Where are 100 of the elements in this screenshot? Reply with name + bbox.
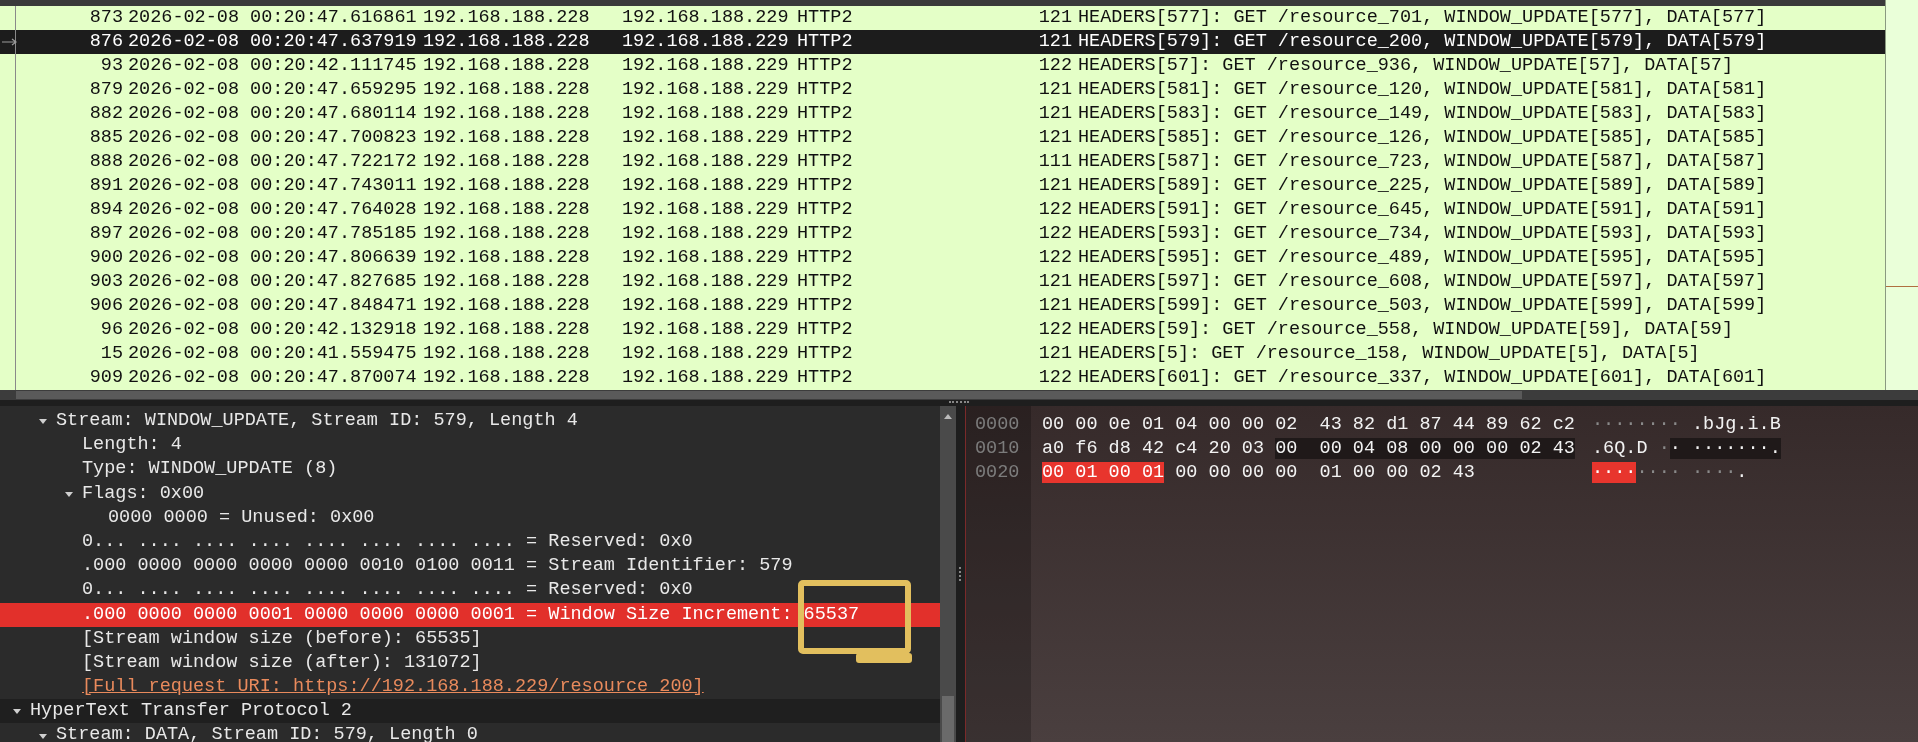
tree-item[interactable]: 0000 0000 = Unused: 0x00 (0, 505, 940, 530)
table-cell-text: 192.168.188.229 (622, 54, 790, 78)
packet-row[interactable]: 900 2026-02-08 00:20:47.806639 192.168.188.228 192.168.188.229 HTTP2 122 HEADERS[595]: GET /resource_489, WINDOW_UPDATE[595], DATA[595] (0, 246, 1885, 270)
table-cell-text: 885 (88, 126, 123, 150)
packet-row[interactable]: 879 2026-02-08 00:20:47.659295 192.168.188.228 192.168.188.229 HTTP2 121 HEADERS[581]: GET /resource_120, WINDOW_UPDATE[581], DATA[581] (0, 78, 1885, 102)
horizontal-scrollbar[interactable] (0, 390, 1918, 400)
table-cell-text: 121 (1037, 270, 1072, 294)
packet-row[interactable]: 891 2026-02-08 00:20:47.743011 192.168.188.228 192.168.188.229 HTTP2 121 HEADERS[589]: GET /resource_225, WINDOW_UPDATE[589], DATA[589] (0, 174, 1885, 198)
packet-row[interactable]: 897 2026-02-08 00:20:47.785185 192.168.188.228 192.168.188.229 HTTP2 122 HEADERS[593]: GET /resource_734, WINDOW_UPDATE[593], DATA[593] (0, 222, 1885, 246)
hex-bytes[interactable]: a0 f6 d8 42 c4 20 03 (1042, 438, 1276, 459)
hex-bytes[interactable]: 00 00 00 00 01 00 00 02 43 (1164, 462, 1475, 483)
table-cell-text: 903 (88, 270, 123, 294)
table-cell-text: HEADERS[5]: GET /resource_158, WINDOW_UPDATE[5], DATA[5] (1077, 342, 1700, 366)
table-cell-text: HEADERS[587]: GET /resource_723, WINDOW_UPDATE[587], DATA[587] (1077, 150, 1767, 174)
table-cell-text: HEADERS[595]: GET /resource_489, WINDOW_UPDATE[595], DATA[595] (1077, 246, 1767, 270)
table-cell-text: 192.168.188.229 (622, 150, 790, 174)
table-cell-text: HEADERS[581]: GET /resource_120, WINDOW_UPDATE[581], DATA[581] (1077, 78, 1767, 102)
vertical-scrollbar[interactable] (940, 406, 956, 742)
table-cell-text: HTTP2 (797, 126, 854, 150)
tree-item[interactable]: .000 0000 0000 0001 0000 0000 0000 0001 = Window Size Increment: 65537 (0, 602, 940, 627)
ascii-bytes[interactable]: ···· (1592, 462, 1637, 483)
packet-row[interactable]: 888 2026-02-08 00:20:47.722172 192.168.188.228 192.168.188.229 HTTP2 111 HEADERS[587]: GET /resource_723, WINDOW_UPDATE[587], DATA[587] (0, 150, 1885, 174)
table-cell-text: 121 (1037, 342, 1072, 366)
scroll-up-icon[interactable] (943, 412, 953, 420)
packet-row[interactable]: 15 2026-02-08 00:20:41.559475 192.168.188.228 192.168.188.229 HTTP2 121 HEADERS[5]: GET /resource_158, WINDOW_UPDATE[5], DATA[5] (0, 342, 1885, 366)
table-cell-text: HTTP2 (797, 78, 854, 102)
tree-item[interactable]: Length: 4 (0, 433, 940, 458)
tree-item[interactable]: .000 0000 0000 0000 0000 0010 0100 0011 = Stream Identifier: 579 (0, 554, 940, 579)
ascii-bytes[interactable]: ···· ···· (1636, 462, 1737, 483)
tree-item[interactable]: 0... .... .... .... .... .... .... .... = Reserved: 0x0 (0, 578, 940, 603)
table-cell-text: 879 (88, 78, 123, 102)
table-cell-text: 2026-02-08 00:20:47.659295 (127, 78, 418, 102)
table-cell-text: 192.168.188.228 (423, 270, 591, 294)
table-cell-text: 906 (88, 294, 123, 318)
table-cell-text: 192.168.188.228 (423, 174, 591, 198)
hex-bytes[interactable]: 00 00 04 08 00 00 00 02 43 (1275, 438, 1575, 459)
table-cell-text: HTTP2 (797, 366, 854, 390)
table-cell-text: 891 (88, 174, 123, 198)
tree-item[interactable]: HyperText Transfer Protocol 2 (0, 699, 940, 724)
ascii-bytes[interactable]: .6Q.D (1592, 438, 1659, 459)
packet-minimap[interactable] (1885, 0, 1918, 390)
ascii-bytes[interactable]: ········ (1592, 414, 1681, 435)
hex-bytes[interactable]: 00 00 0e 01 04 00 00 02 43 82 d1 87 44 89 62 c2 (1042, 414, 1575, 435)
ascii-bytes[interactable]: .bJg.i.B (1680, 414, 1781, 435)
table-cell-text: HEADERS[585]: GET /resource_126, WINDOW_UPDATE[585], DATA[585] (1077, 126, 1767, 150)
packet-row[interactable]: 876 2026-02-08 00:20:47.637919 192.168.188.228 192.168.188.229 HTTP2 121 HEADERS[579]: GET /resource_200, WINDOW_UPDATE[579], DATA[579] (0, 30, 1885, 54)
table-cell-text: 121 (1037, 78, 1072, 102)
table-cell-text: 192.168.188.228 (423, 6, 591, 30)
table-cell-text: 894 (88, 198, 123, 222)
table-cell-text: HTTP2 (797, 270, 854, 294)
table-cell-text: 121 (1037, 6, 1072, 30)
packet-row[interactable]: 93 2026-02-08 00:20:42.111745 192.168.188.228 192.168.188.229 HTTP2 122 HEADERS[57]: GET /resource_936, WINDOW_UPDATE[57], DATA[57] (0, 54, 1885, 78)
table-cell-text: 192.168.188.228 (423, 318, 591, 342)
tree-item[interactable]: Type: WINDOW_UPDATE (8) (0, 457, 940, 482)
packet-row[interactable]: 894 2026-02-08 00:20:47.764028 192.168.188.228 192.168.188.229 HTTP2 122 HEADERS[591]: GET /resource_645, WINDOW_UPDATE[591], DATA[591] (0, 198, 1885, 222)
table-cell-text: 192.168.188.228 (423, 342, 591, 366)
table-cell-text: 122 (1037, 246, 1072, 270)
table-cell-text: 192.168.188.228 (423, 150, 591, 174)
tree-item[interactable]: [Stream window size (after): 131072] (0, 650, 940, 676)
ascii-bytes[interactable]: · (1658, 438, 1670, 459)
tree-item[interactable]: Stream: WINDOW_UPDATE, Stream ID: 579, Length 4 (0, 409, 940, 434)
ascii-bytes[interactable]: . (1736, 462, 1748, 483)
table-cell-text: HTTP2 (797, 294, 854, 318)
table-cell-text: 93 (99, 54, 123, 78)
table-cell-text: 192.168.188.229 (622, 30, 790, 54)
table-cell-text: 900 (88, 246, 123, 270)
table-cell-text: HEADERS[583]: GET /resource_149, WINDOW_UPDATE[583], DATA[583] (1077, 102, 1767, 126)
table-cell-text: 192.168.188.229 (622, 174, 790, 198)
table-cell-text: HEADERS[593]: GET /resource_734, WINDOW_UPDATE[593], DATA[593] (1077, 222, 1767, 246)
table-cell-text: HTTP2 (797, 102, 854, 126)
packet-row[interactable]: 885 2026-02-08 00:20:47.700823 192.168.188.228 192.168.188.229 HTTP2 121 HEADERS[585]: GET /resource_126, WINDOW_UPDATE[585], DATA[585] (0, 126, 1885, 150)
ascii-bytes[interactable]: · ·······. (1669, 438, 1781, 459)
table-cell-text: 192.168.188.228 (423, 198, 591, 222)
table-cell-text: 2026-02-08 00:20:47.722172 (127, 150, 418, 174)
table-cell-text: 122 (1037, 54, 1072, 78)
tree-item[interactable]: 0... .... .... .... .... .... .... .... = Reserved: 0x0 (0, 529, 940, 555)
tree-item[interactable]: [Full request URI: https://192.168.188.229/resource_200] (0, 675, 940, 700)
table-cell-text: 121 (1037, 294, 1072, 318)
hex-bytes[interactable]: 00 01 00 01 (1042, 462, 1165, 483)
table-cell-text: 192.168.188.229 (622, 78, 790, 102)
table-cell-text: HTTP2 (797, 342, 854, 366)
table-cell-text: 888 (88, 150, 123, 174)
scroll-thumb[interactable] (942, 696, 954, 742)
tree-item[interactable]: [Stream window size (before): 65535] (0, 626, 940, 651)
tree-item[interactable]: Flags: 0x00 (0, 481, 940, 506)
splitter-handle[interactable] (958, 567, 963, 581)
packet-row[interactable]: 906 2026-02-08 00:20:47.848471 192.168.188.228 192.168.188.229 HTTP2 121 HEADERS[599]: GET /resource_503, WINDOW_UPDATE[599], DATA[599] (0, 294, 1885, 318)
packet-row[interactable]: 903 2026-02-08 00:20:47.827685 192.168.188.228 192.168.188.229 HTTP2 121 HEADERS[597]: GET /resource_608, WINDOW_UPDATE[597], DATA[597] (0, 270, 1885, 294)
table-cell-text: 876 (88, 30, 123, 54)
table-cell-text: 192.168.188.229 (622, 102, 790, 126)
packet-row[interactable]: 96 2026-02-08 00:20:42.132918 192.168.188.228 192.168.188.229 HTTP2 122 HEADERS[59]: GET /resource_558, WINDOW_UPDATE[59], DATA[59] (0, 318, 1885, 342)
table-cell-text: 2026-02-08 00:20:42.132918 (127, 318, 418, 342)
packet-row[interactable]: 882 2026-02-08 00:20:47.680114 192.168.188.228 192.168.188.229 HTTP2 121 HEADERS[583]: GET /resource_149, WINDOW_UPDATE[583], DATA[583] (0, 102, 1885, 126)
table-cell-text: 122 (1037, 318, 1072, 342)
table-cell-text: 192.168.188.229 (622, 294, 790, 318)
table-cell-text: HTTP2 (797, 246, 854, 270)
table-cell-text: HEADERS[591]: GET /resource_645, WINDOW_UPDATE[591], DATA[591] (1077, 198, 1767, 222)
table-cell-text: 192.168.188.228 (423, 126, 591, 150)
table-cell-text: 2026-02-08 00:20:47.806639 (127, 246, 418, 270)
table-cell-text: 192.168.188.228 (423, 222, 591, 246)
